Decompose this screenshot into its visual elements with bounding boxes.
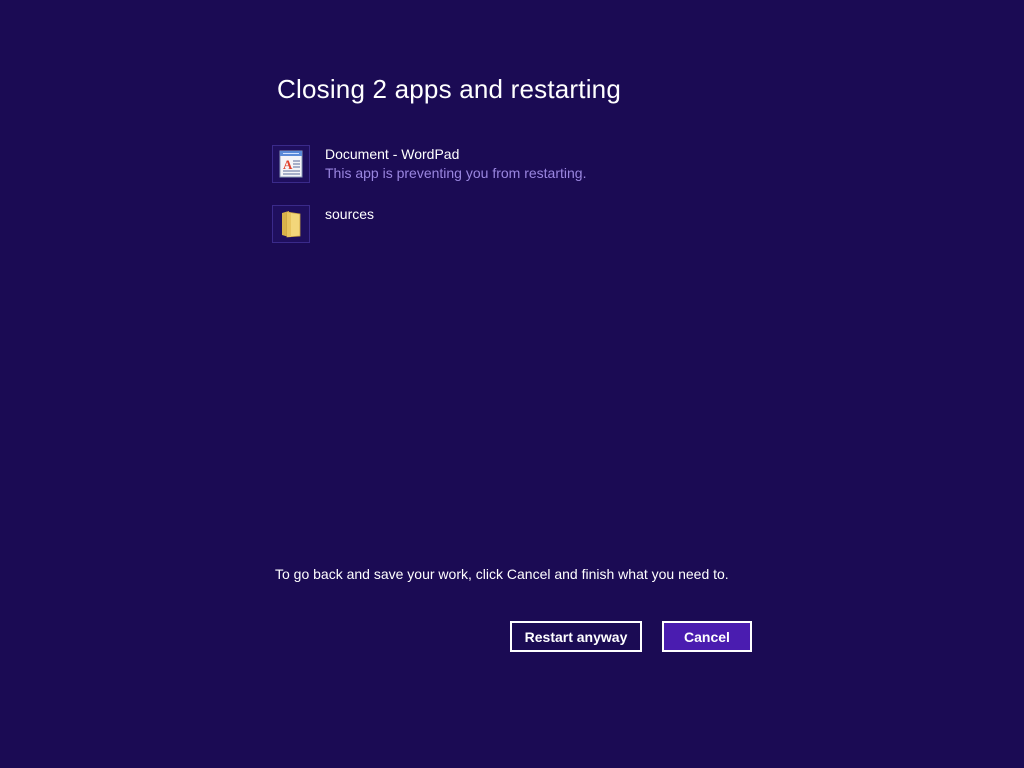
app-list: A Document - WordPad This app is prevent… — [272, 145, 772, 265]
app-status: This app is preventing you from restarti… — [325, 165, 587, 181]
folder-icon — [272, 205, 310, 243]
app-name: Document - WordPad — [325, 146, 460, 162]
restart-anyway-button[interactable]: Restart anyway — [510, 621, 642, 652]
app-item-sources: sources — [272, 205, 772, 245]
page-title: Closing 2 apps and restarting — [277, 74, 622, 104]
cancel-button[interactable]: Cancel — [662, 621, 752, 652]
app-item-wordpad: A Document - WordPad This app is prevent… — [272, 145, 772, 185]
app-name: sources — [325, 206, 375, 222]
instruction-text: To go back and save your work, click Can… — [275, 566, 729, 582]
svg-text:A: A — [283, 157, 293, 172]
wordpad-icon: A — [272, 145, 310, 183]
restart-screen: Closing 2 apps and restarting A Document… — [0, 0, 1024, 768]
